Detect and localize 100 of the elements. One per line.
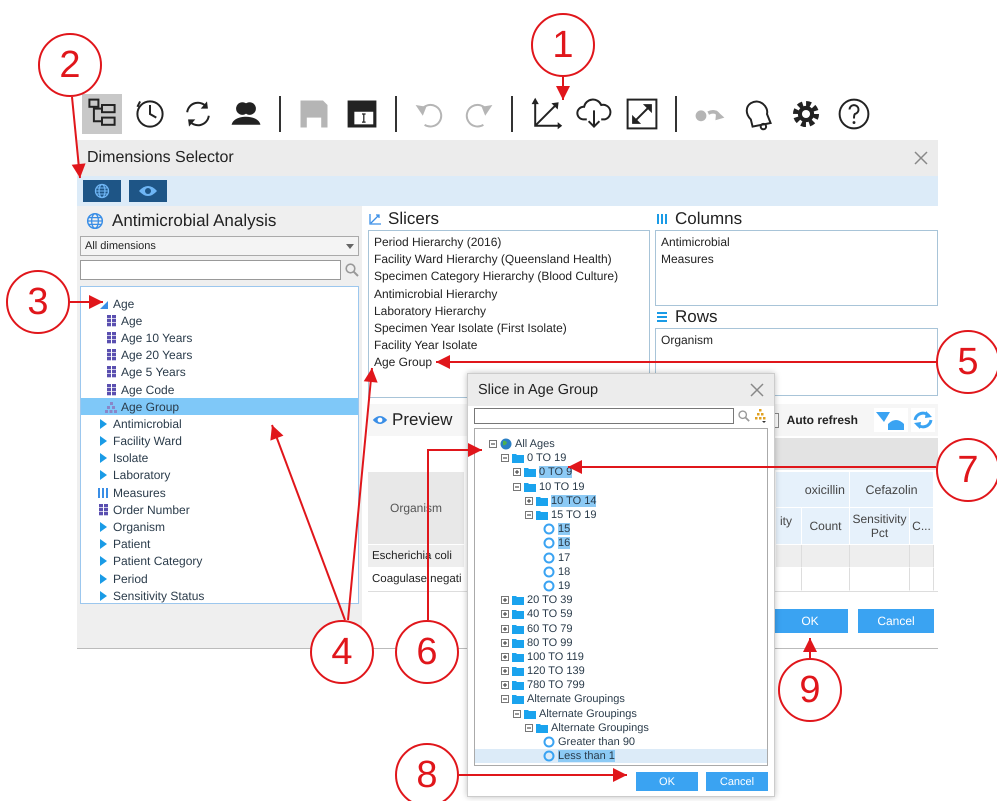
slicer-item[interactable]: Specimen Category Hierarchy (Blood Culture) (374, 269, 644, 287)
expand-box-icon[interactable] (501, 652, 509, 661)
tree-item[interactable]: Antimicrobial (113, 416, 182, 431)
tree-view-icon[interactable] (82, 94, 122, 134)
tree-node[interactable]: Less than 1 (558, 750, 615, 762)
expand-box-icon[interactable] (501, 638, 509, 647)
dimension-filter-dropdown[interactable]: All dimensions (80, 236, 359, 256)
expand-box-icon[interactable] (501, 624, 509, 633)
folder-icon (512, 679, 524, 692)
slicer-item[interactable]: Period Hierarchy (2016) (374, 235, 644, 252)
collapsed-triangle-icon[interactable] (97, 555, 109, 568)
expand-box-icon[interactable] (501, 610, 509, 618)
tree-item[interactable]: Period (113, 572, 148, 586)
collapse-box-icon[interactable] (525, 511, 533, 520)
search-field[interactable] (474, 408, 734, 424)
tree-node[interactable]: 40 TO 59 (527, 608, 572, 620)
collapsed-triangle-icon[interactable] (97, 590, 109, 602)
tree-item[interactable]: Age (113, 296, 134, 311)
callout-number: 1 (531, 13, 595, 77)
tree-item[interactable]: Patient (113, 537, 150, 552)
collapse-box-icon[interactable] (525, 724, 533, 732)
tree-node[interactable]: Alternate Groupings (527, 693, 625, 706)
tree-item[interactable]: Facility Ward (113, 434, 182, 448)
expand-box-icon[interactable] (525, 496, 533, 505)
tree-item[interactable]: Age Code (121, 382, 174, 397)
globe-button[interactable] (83, 180, 121, 202)
tree-item[interactable]: Age (121, 314, 142, 328)
column-item[interactable]: Antimicrobial (661, 235, 932, 252)
tree-node[interactable]: 10 TO 19 (539, 480, 584, 493)
close-icon[interactable] (750, 383, 764, 397)
collapsed-triangle-icon[interactable] (97, 469, 109, 482)
tree-node[interactable]: 20 TO 39 (527, 594, 572, 606)
collapse-box-icon[interactable] (501, 454, 509, 462)
slicer-item[interactable]: Facility Ward Hierarchy (Queensland Health) (374, 252, 644, 270)
tree-item[interactable]: Patient Category (113, 554, 202, 568)
circle-icon (543, 537, 555, 550)
slicer-item[interactable]: Antimicrobial Hierarchy (374, 286, 644, 304)
collapsed-triangle-icon[interactable] (97, 452, 109, 464)
expand-box-icon[interactable] (501, 681, 509, 690)
row-item[interactable]: Organism (661, 333, 932, 350)
callout-number: 3 (6, 270, 70, 334)
close-icon[interactable] (914, 151, 928, 165)
tree-node[interactable]: 17 (558, 552, 570, 564)
folder-icon (512, 665, 524, 678)
tree-item[interactable]: Order Number (113, 502, 190, 517)
tree-item[interactable]: Age Group (121, 400, 180, 414)
tree-node[interactable]: Alternate Groupings (539, 708, 637, 720)
search-icon[interactable] (738, 410, 750, 422)
tree-node[interactable]: 16 (558, 537, 570, 550)
table-cell (910, 545, 934, 568)
column-header: Sensitivity Pct (850, 508, 910, 545)
tree-node[interactable]: 780 TO 799 (527, 679, 585, 692)
tree-item[interactable]: Measures (113, 486, 166, 500)
tree-node[interactable]: All Ages (515, 438, 555, 450)
tree-node[interactable]: 0 TO 19 (527, 452, 566, 464)
tree-node[interactable]: 15 (558, 523, 570, 536)
collapsed-triangle-icon[interactable] (97, 435, 109, 448)
tree-item[interactable]: Sensitivity Status (113, 588, 204, 603)
slicer-item[interactable]: Specimen Year Isolate (First Isolate) (374, 320, 644, 338)
slicer-item[interactable]: Age Group (374, 355, 644, 372)
slicer-item[interactable]: Facility Year Isolate (374, 338, 644, 356)
swap-arrows-icon[interactable] (911, 408, 935, 432)
search-field[interactable] (80, 260, 341, 280)
folder-icon (524, 480, 536, 493)
callout-arrow (70, 295, 103, 309)
tree-item[interactable]: Laboratory (113, 468, 170, 482)
collapsed-triangle-icon[interactable] (97, 521, 109, 534)
collapse-box-icon[interactable] (501, 695, 509, 704)
tree-node[interactable]: 80 TO 99 (527, 636, 572, 649)
tree-item[interactable]: Organism (113, 520, 166, 534)
level-grid-icon (105, 349, 117, 362)
tree-node[interactable]: 19 (558, 580, 570, 592)
collapsed-triangle-icon[interactable] (97, 538, 109, 550)
collapsed-triangle-icon[interactable] (97, 418, 109, 430)
globe-icon (86, 212, 104, 230)
tree-node[interactable]: 60 TO 79 (527, 622, 572, 635)
tree-node[interactable]: 120 TO 139 (527, 665, 585, 678)
column-item[interactable]: Measures (661, 252, 932, 270)
expand-box-icon[interactable] (513, 468, 521, 476)
expand-box-icon[interactable] (501, 667, 509, 676)
tree-item[interactable]: Age 20 Years (121, 348, 192, 362)
callout-number: 9 (778, 658, 842, 722)
tree-item[interactable]: Age 10 Years (121, 330, 192, 345)
tree-node[interactable]: 100 TO 119 (527, 650, 584, 663)
tree-item[interactable]: Isolate (113, 451, 148, 466)
tree-item[interactable]: Age 5 Years (121, 365, 186, 380)
eye-button[interactable] (129, 180, 167, 202)
slicer-item[interactable]: Laboratory Hierarchy (374, 304, 644, 321)
tree-node[interactable]: Alternate Groupings (551, 722, 649, 734)
tree-node[interactable]: 15 TO 19 (551, 509, 596, 522)
axes-icon (368, 212, 382, 226)
collapse-box-icon[interactable] (513, 482, 521, 491)
tree-node[interactable]: 18 (558, 566, 570, 578)
expand-box-icon[interactable] (501, 596, 509, 604)
numbered-tags-icon[interactable] (874, 408, 908, 432)
collapse-box-icon[interactable] (489, 440, 497, 448)
hierarchy-menu-icon[interactable] (754, 409, 766, 423)
tree-node[interactable]: Greater than 90 (558, 736, 636, 748)
collapse-box-icon[interactable] (513, 710, 521, 718)
collapsed-triangle-icon[interactable] (97, 572, 109, 585)
